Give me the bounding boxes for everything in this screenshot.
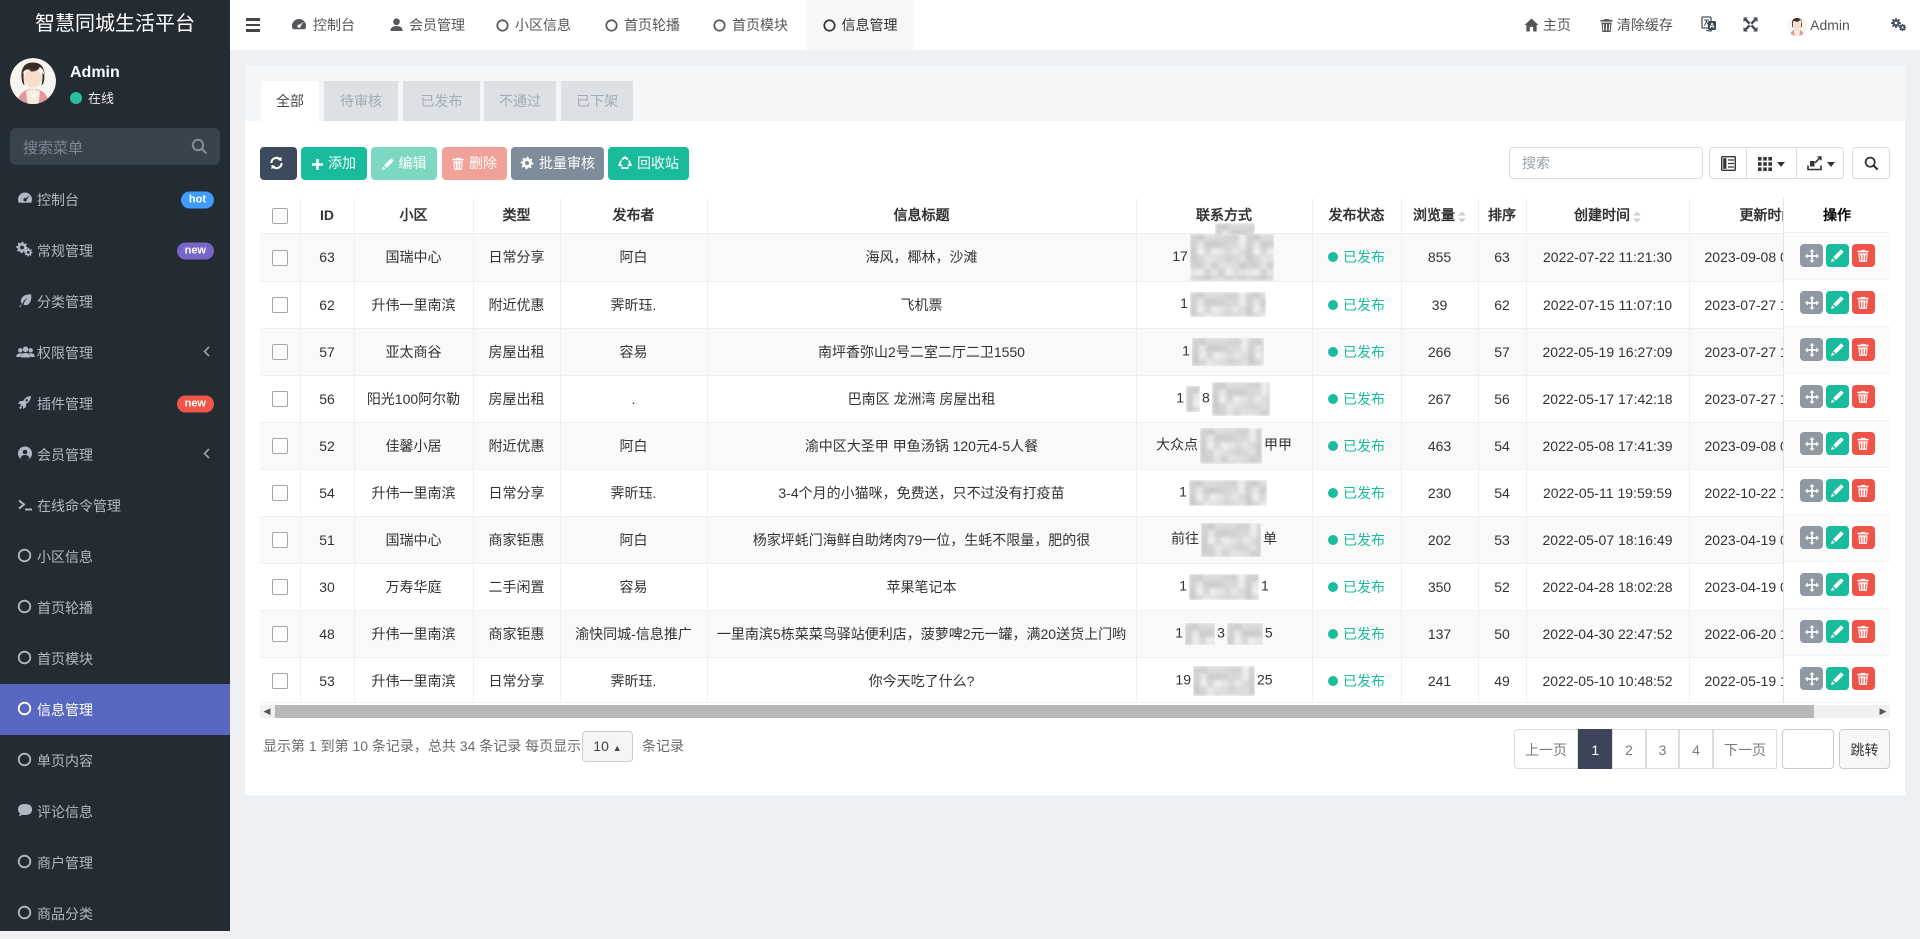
svg-text:A: A <box>1709 23 1714 30</box>
